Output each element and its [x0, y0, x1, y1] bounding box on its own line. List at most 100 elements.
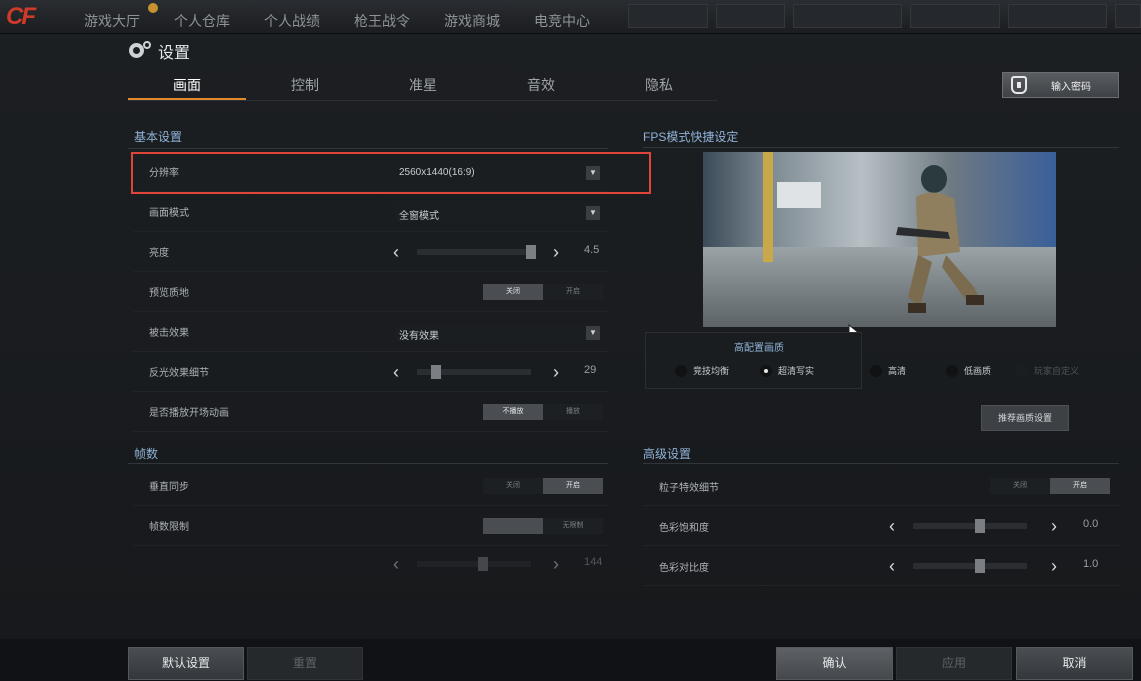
- currency-gp: [910, 4, 1000, 28]
- tab-controls[interactable]: 控制: [246, 74, 364, 100]
- radio-icon[interactable]: [870, 364, 882, 377]
- setting-row-hit-effect: 被击效果 没有效果 ▼: [133, 312, 608, 352]
- nav-personal-stats[interactable]: 个人战绩: [264, 0, 320, 34]
- brightness-knob[interactable]: [526, 245, 536, 259]
- quality-option-high[interactable]: 高清: [870, 364, 906, 377]
- quality-title: 高配置画质: [734, 343, 784, 354]
- tab-privacy[interactable]: 隐私: [600, 74, 718, 100]
- fps-limit-unlimited[interactable]: 无限制: [543, 518, 603, 534]
- chevron-left-icon[interactable]: ‹: [393, 552, 399, 576]
- brightness-track[interactable]: [417, 249, 531, 255]
- reflection-slider[interactable]: ‹ › 29: [391, 360, 606, 384]
- particle-off[interactable]: 关闭: [990, 478, 1050, 494]
- section-fps-heading: FPS模式快捷设定: [643, 130, 739, 144]
- quality-option-low[interactable]: 低画质: [946, 364, 991, 377]
- chevron-down-icon[interactable]: ▼: [586, 326, 600, 340]
- fps-limit-track[interactable]: [417, 561, 531, 567]
- game-logo: CF: [6, 3, 36, 30]
- quality-option-custom[interactable]: 玩家自定义: [1016, 364, 1079, 377]
- nav-esports-center[interactable]: 电竞中心: [534, 0, 590, 34]
- apply-button[interactable]: 应用: [896, 647, 1012, 680]
- radio-icon[interactable]: [1016, 364, 1028, 377]
- chevron-right-icon[interactable]: ›: [553, 240, 559, 264]
- contrast-label: 色彩对比度: [659, 563, 709, 574]
- brightness-slider[interactable]: ‹ › 4.5: [391, 240, 606, 264]
- preview-texture-toggle: 关闭 开启: [483, 284, 603, 300]
- saturation-track[interactable]: [913, 523, 1027, 529]
- section-advanced-heading: 高级设置: [643, 447, 692, 461]
- chevron-left-icon[interactable]: ‹: [393, 240, 399, 264]
- setting-row-saturation: 色彩饱和度 ‹ › 0.0: [643, 506, 1119, 546]
- fps-limit-custom[interactable]: [483, 518, 543, 534]
- fps-limit-knob[interactable]: [478, 557, 488, 571]
- menu-icon[interactable]: [1115, 4, 1141, 28]
- nav-game-lobby[interactable]: 游戏大厅: [84, 0, 140, 34]
- fps-limit-value: 144: [584, 556, 603, 568]
- radio-icon[interactable]: [946, 364, 958, 377]
- contrast-track[interactable]: [913, 563, 1027, 569]
- setting-row-reflection: 反光效果细节 ‹ › 29: [133, 352, 608, 392]
- recommended-quality-button[interactable]: 推荐画质设置: [981, 405, 1069, 431]
- preview-texture-off[interactable]: 关闭: [483, 284, 543, 300]
- setting-row-display-mode: 画面模式 全窗模式 ▼: [133, 192, 608, 232]
- quality-option-label: 玩家自定义: [1034, 366, 1080, 376]
- event-banner[interactable]: [628, 4, 708, 28]
- chevron-left-icon[interactable]: ‹: [393, 360, 399, 384]
- nav-personal-warehouse[interactable]: 个人仓库: [174, 0, 230, 34]
- notification-badge-icon: [148, 3, 158, 13]
- radio-selected-icon[interactable]: [760, 364, 772, 377]
- tab-crosshair[interactable]: 准星: [364, 74, 482, 100]
- intro-animation-toggle: 不播放 播放: [483, 404, 603, 420]
- reset-button[interactable]: 重置: [247, 647, 363, 680]
- top-nav: 游戏大厅 个人仓库 个人战绩 枪王战令 游戏商城 电竞中心: [84, 0, 624, 34]
- nav-game-store[interactable]: 游戏商城: [444, 0, 500, 34]
- chevron-right-icon[interactable]: ›: [553, 360, 559, 384]
- vsync-off[interactable]: 关闭: [483, 478, 543, 494]
- setting-row-vsync: 垂直同步 关闭 开启: [133, 466, 608, 506]
- intro-animation-no[interactable]: 不播放: [483, 404, 543, 420]
- quality-option-label: 竞技均衡: [693, 366, 730, 376]
- saturation-knob[interactable]: [975, 519, 985, 533]
- preview-texture-on[interactable]: 开启: [543, 284, 603, 300]
- soldier-figure: [896, 165, 984, 313]
- fps-limit-label: 帧数限制: [149, 522, 189, 533]
- chevron-left-icon[interactable]: ‹: [889, 514, 895, 538]
- tab-audio[interactable]: 音效: [482, 74, 600, 100]
- brightness-label: 亮度: [149, 248, 169, 259]
- intro-animation-yes[interactable]: 播放: [543, 404, 603, 420]
- confirm-button[interactable]: 确认: [776, 647, 893, 680]
- contrast-slider[interactable]: ‹ › 1.0: [887, 554, 1102, 578]
- game-top-bar: CF 游戏大厅 个人仓库 个人战绩 枪王战令 游戏商城 电竞中心: [0, 0, 1141, 34]
- chevron-right-icon[interactable]: ›: [1051, 554, 1057, 578]
- chevron-right-icon[interactable]: ›: [553, 552, 559, 576]
- particle-label: 粒子特效细节: [659, 483, 719, 494]
- event-banner-2[interactable]: [715, 4, 786, 28]
- default-settings-button[interactable]: 默认设置: [128, 647, 244, 680]
- quality-option-label: 超清写实: [778, 366, 815, 376]
- hit-effect-dropdown[interactable]: 没有效果 ▼: [395, 324, 602, 342]
- radio-icon[interactable]: [675, 364, 687, 377]
- quality-option-ultra[interactable]: 超清写实: [760, 364, 814, 377]
- display-mode-dropdown[interactable]: 全窗模式 ▼: [395, 204, 602, 222]
- quality-option-label: 高清: [888, 366, 907, 376]
- vsync-on[interactable]: 开启: [543, 478, 603, 494]
- saturation-slider[interactable]: ‹ › 0.0: [887, 514, 1102, 538]
- setting-row-fps-value: ‹ › 144: [133, 544, 608, 584]
- cancel-button[interactable]: 取消: [1016, 647, 1133, 680]
- contrast-knob[interactable]: [975, 559, 985, 573]
- chevron-right-icon[interactable]: ›: [1051, 514, 1057, 538]
- quality-option-balanced[interactable]: 竞技均衡: [675, 364, 729, 377]
- display-mode-label: 画面模式: [149, 208, 189, 219]
- section-divider: [643, 147, 1119, 148]
- reflection-knob[interactable]: [431, 365, 441, 379]
- hit-effect-value: 没有效果: [399, 331, 439, 342]
- particle-on[interactable]: 开启: [1050, 478, 1110, 494]
- fps-limit-slider[interactable]: ‹ › 144: [391, 552, 606, 576]
- nav-battle-pass[interactable]: 枪王战令: [354, 0, 410, 34]
- chevron-down-icon[interactable]: ▼: [586, 206, 600, 220]
- tab-graphics[interactable]: 画面: [128, 74, 246, 100]
- chevron-left-icon[interactable]: ‹: [889, 554, 895, 578]
- particle-toggle: 关闭 开启: [990, 478, 1110, 494]
- reflection-label: 反光效果细节: [149, 368, 209, 379]
- enter-password-button[interactable]: 输入密码: [1002, 72, 1119, 98]
